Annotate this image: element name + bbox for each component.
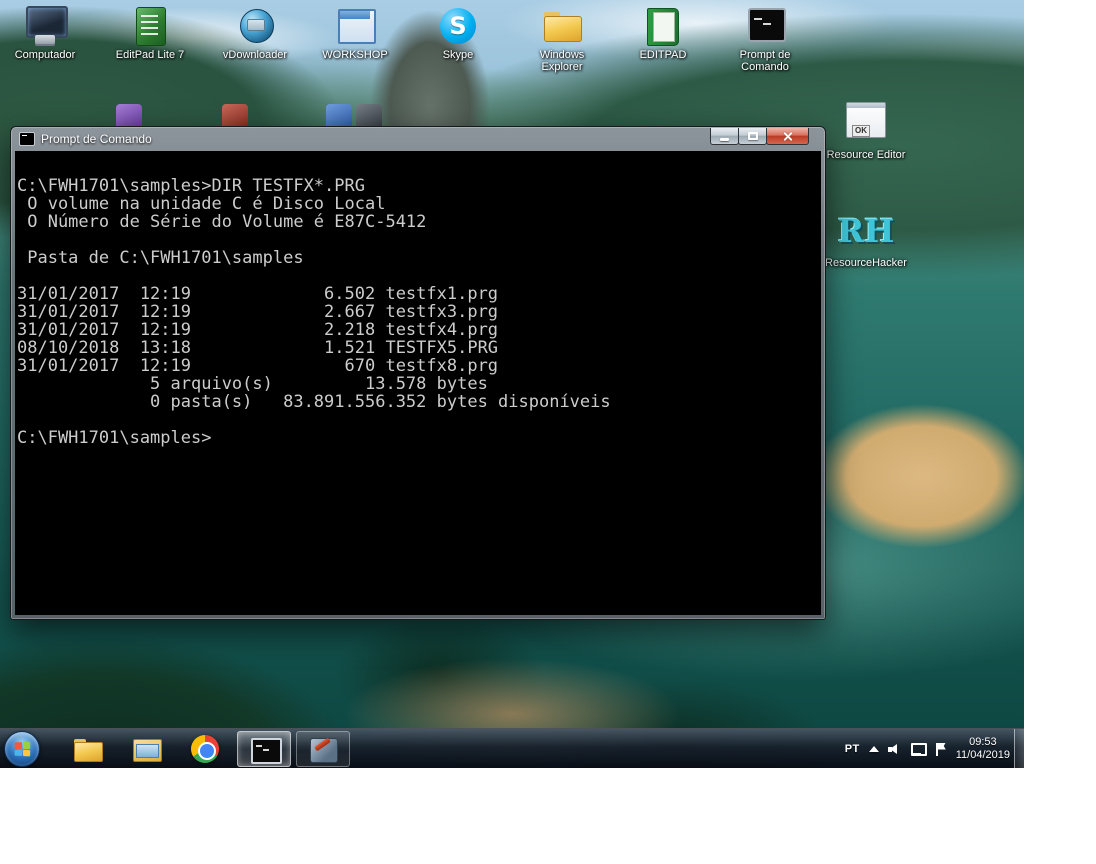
terminal-line: 31/01/2017 12:19 6.502 testfx1.prg <box>17 285 819 303</box>
start-button[interactable] <box>4 731 40 767</box>
window-app-icon <box>333 6 377 46</box>
desktop: Computador EditPad Lite 7 vDownloader WO… <box>0 0 1024 768</box>
terminal-line: 31/01/2017 12:19 2.218 testfx4.prg <box>17 321 819 339</box>
windows-logo-icon <box>15 742 31 757</box>
notepad-icon <box>128 6 172 46</box>
desktop-icon-vdownloader[interactable]: vDownloader <box>210 6 300 61</box>
folder-icon <box>540 6 584 46</box>
volume-icon[interactable] <box>888 743 902 756</box>
desktop-icon-label: Prompt de Comando <box>722 49 808 73</box>
desktop-icon-skype[interactable]: S Skype <box>413 6 503 61</box>
taskbar-resource-tool-button[interactable] <box>296 731 350 767</box>
desktop-icon-label: vDownloader <box>223 49 287 61</box>
show-hidden-icons-button[interactable] <box>869 746 879 752</box>
desktop-icon-editpad-lite[interactable]: EditPad Lite 7 <box>105 6 195 61</box>
terminal-line: 31/01/2017 12:19 2.667 testfx3.prg <box>17 303 819 321</box>
skype-logo-letter: S <box>440 8 476 44</box>
command-prompt-icon <box>249 736 279 762</box>
desktop-icon-prompt-de-comando[interactable]: Prompt de Comando <box>720 6 810 73</box>
terminal-line: 31/01/2017 12:19 670 testfx8.prg <box>17 357 819 375</box>
desktop-icon-label: ResourceHacker <box>825 257 907 269</box>
terminal-line <box>17 267 819 285</box>
terminal-line: C:\FWH1701\samples>DIR TESTFX*.PRG <box>17 177 819 195</box>
cmd-window-titlebar[interactable]: Prompt de Comando <box>11 127 825 151</box>
dialog-titlebar-shape <box>847 103 885 108</box>
minimize-icon <box>720 138 729 141</box>
chrome-icon <box>191 735 219 763</box>
language-indicator[interactable]: PT <box>845 743 860 755</box>
minimize-button[interactable] <box>710 128 739 145</box>
show-desktop-button[interactable] <box>1014 729 1024 768</box>
libraries-folder-icon <box>131 736 161 762</box>
desktop-icon-label: Computador <box>15 49 76 61</box>
desktop-icon-label: EditPad Lite 7 <box>116 49 185 61</box>
close-button[interactable] <box>766 128 809 145</box>
ok-button-glyph: OK <box>852 125 870 137</box>
folder-icon <box>72 736 102 762</box>
desktop-icon-editpad[interactable]: EDITPAD <box>618 6 708 61</box>
cmd-titlebar-icon <box>19 132 35 146</box>
taskbar-chrome-button[interactable] <box>178 731 232 767</box>
resource-editor-icon: OK <box>844 102 888 146</box>
taskbar-cmd-button[interactable] <box>237 731 291 767</box>
terminal-line <box>17 411 819 429</box>
terminal-line: 0 pasta(s) 83.891.556.352 bytes disponív… <box>17 393 819 411</box>
terminal-output[interactable]: C:\FWH1701\samples>DIR TESTFX*.PRG O vol… <box>15 151 821 615</box>
resource-hacker-icon: RH <box>836 210 896 254</box>
video-downloader-icon <box>233 6 277 46</box>
window-title: Prompt de Comando <box>41 132 152 146</box>
terminal-line: C:\FWH1701\samples> <box>17 429 819 447</box>
network-icon[interactable] <box>911 743 925 756</box>
desktop-icon-label: Skype <box>443 49 474 61</box>
window-controls <box>711 128 809 145</box>
terminal-line: O volume na unidade C é Disco Local <box>17 195 819 213</box>
desktop-icon-label: Windows Explorer <box>519 49 605 73</box>
maximize-icon <box>748 132 758 140</box>
cmd-window: Prompt de Comando C:\FWH1701\samples>DIR… <box>10 126 826 620</box>
command-prompt-icon <box>743 6 787 46</box>
desktop-icon-computador[interactable]: Computador <box>0 6 90 61</box>
clock[interactable]: 09:53 11/04/2019 <box>956 736 1010 762</box>
clock-time: 09:53 <box>956 736 1010 749</box>
taskbar-libraries-button[interactable] <box>119 731 173 767</box>
tool-icon <box>308 736 338 762</box>
action-center-flag-icon[interactable] <box>934 743 947 756</box>
green-book-icon <box>641 6 685 46</box>
desktop-icon-label: WORKSHOP <box>322 49 387 61</box>
taskbar-windows-explorer-button[interactable] <box>60 731 114 767</box>
computer-icon <box>23 6 67 46</box>
skype-icon: S <box>436 6 480 46</box>
terminal-line: O Número de Série do Volume é E87C-5412 <box>17 213 819 231</box>
terminal-line: 08/10/2018 13:18 1.521 TESTFX5.PRG <box>17 339 819 357</box>
desktop-icon-label: EDITPAD <box>640 49 687 61</box>
terminal-line: Pasta de C:\FWH1701\samples <box>17 249 819 267</box>
taskbar: PT 09:53 11/04/2019 <box>0 728 1024 768</box>
terminal-line <box>17 231 819 249</box>
maximize-button[interactable] <box>738 128 767 145</box>
desktop-icon-resource-hacker[interactable]: RH ResourceHacker <box>821 210 911 269</box>
system-tray: PT 09:53 11/04/2019 <box>845 729 1010 768</box>
terminal-line: 5 arquivo(s) 13.578 bytes <box>17 375 819 393</box>
close-icon <box>782 131 793 142</box>
taskbar-buttons <box>60 731 350 767</box>
desktop-icon-resource-editor[interactable]: OK Resource Editor <box>821 102 911 161</box>
clock-date: 11/04/2019 <box>956 749 1010 762</box>
desktop-icon-workshop[interactable]: WORKSHOP <box>310 6 400 61</box>
desktop-icon-label: Resource Editor <box>827 149 906 161</box>
desktop-icon-windows-explorer[interactable]: Windows Explorer <box>517 6 607 73</box>
